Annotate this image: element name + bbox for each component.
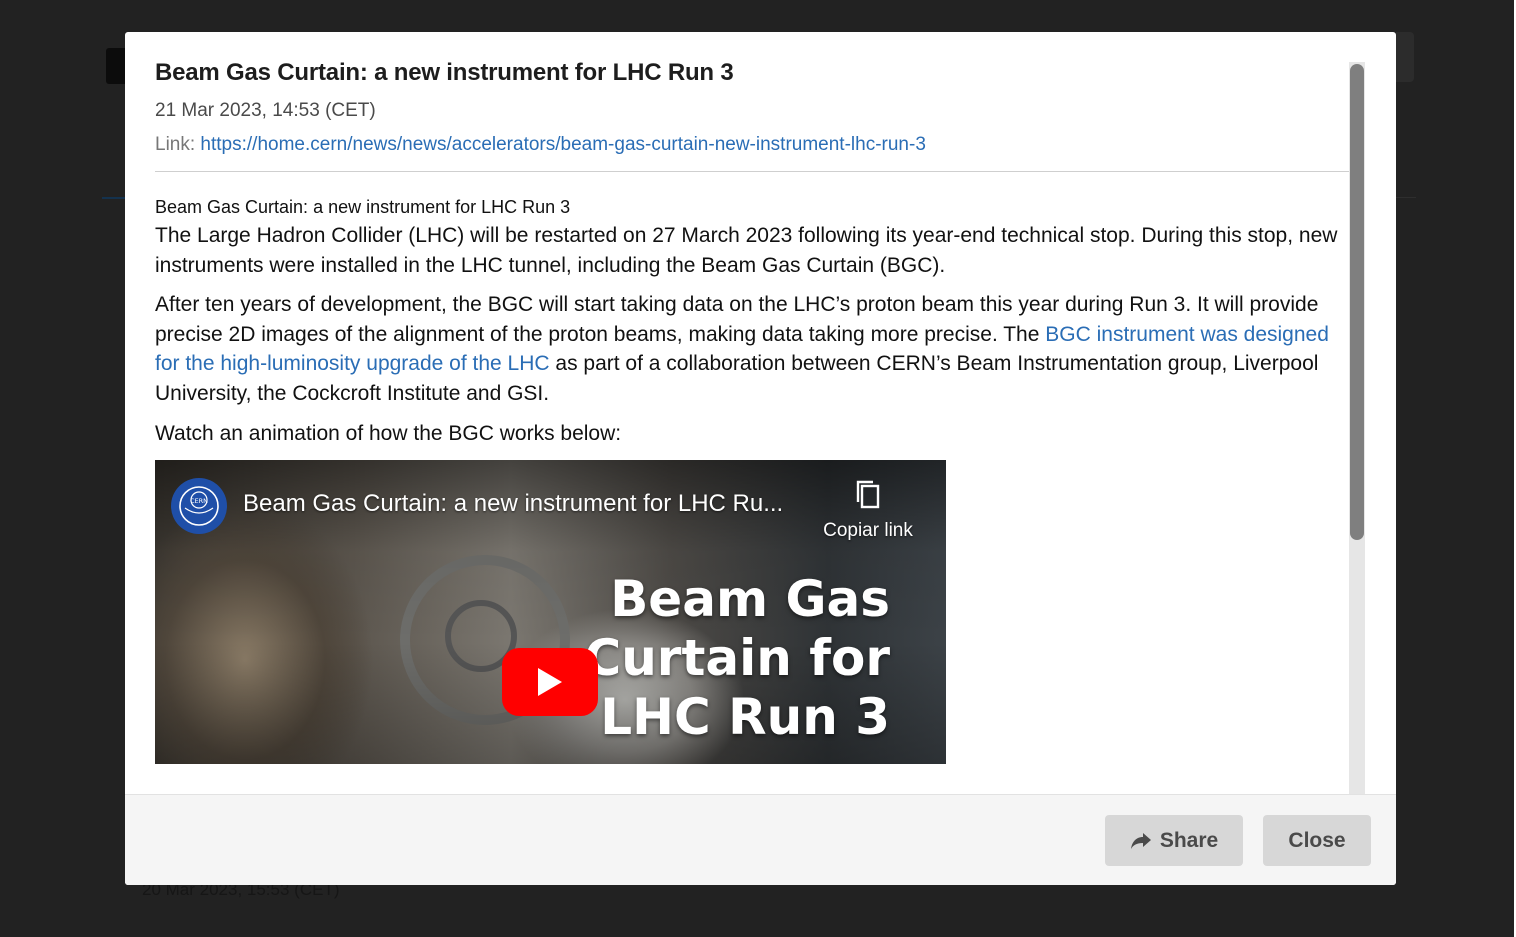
youtube-video-embed[interactable]: CERN Beam Gas Curtain: a new instrument …	[155, 460, 946, 764]
article-paragraph-3: Watch an animation of how the BGC works …	[155, 421, 622, 445]
background-header-bar	[1396, 32, 1414, 82]
header-divider	[155, 171, 1349, 172]
cern-logo-text: CERN	[190, 497, 208, 505]
background-tab-underline	[102, 197, 126, 199]
article-subhead: Beam Gas Curtain: a new instrument for L…	[155, 197, 571, 217]
play-icon	[538, 668, 562, 696]
source-link-row: Link: https://home.cern/news/news/accele…	[155, 134, 926, 156]
copy-link-button[interactable]: Copiar link	[810, 478, 926, 548]
cern-logo-icon: CERN	[179, 486, 219, 526]
modal-body: Beam Gas Curtain: a new instrument for L…	[125, 32, 1396, 794]
overlay-line-3: LHC Run 3	[600, 688, 890, 746]
scrollbar-thumb[interactable]	[1350, 64, 1364, 540]
copy-link-label: Copiar link	[823, 520, 913, 541]
copy-icon	[856, 480, 880, 509]
article-paragraph-2: After ten years of development, the BGC …	[155, 290, 1345, 408]
youtube-play-button[interactable]	[502, 648, 598, 716]
article-body: Beam Gas Curtain: a new instrument for L…	[155, 195, 1345, 458]
link-label: Link:	[155, 134, 201, 155]
modal-scrollbar[interactable]	[1349, 62, 1365, 794]
close-label: Close	[1288, 828, 1346, 852]
share-button[interactable]: Share	[1105, 815, 1243, 866]
share-arrow-icon	[1130, 832, 1152, 850]
share-label: Share	[1159, 828, 1219, 852]
article-paragraph-1: The Large Hadron Collider (LHC) will be …	[155, 224, 1338, 277]
publish-date: 21 Mar 2023, 14:53 (CET)	[155, 100, 376, 121]
overlay-line-1: Beam Gas	[610, 570, 890, 628]
modal-footer: Share Close	[125, 794, 1396, 885]
modal-title: Beam Gas Curtain: a new instrument for L…	[155, 59, 734, 86]
news-modal: Beam Gas Curtain: a new instrument for L…	[125, 32, 1396, 885]
close-button[interactable]: Close	[1263, 815, 1371, 866]
cern-channel-logo[interactable]: CERN	[171, 478, 227, 534]
video-title[interactable]: Beam Gas Curtain: a new instrument for L…	[243, 490, 783, 518]
overlay-line-2: Curtain for	[584, 629, 891, 687]
source-link[interactable]: https://home.cern/news/news/accelerators…	[200, 134, 925, 155]
background-divider	[1396, 197, 1416, 198]
video-overlay-text: Beam Gas Curtain for LHC Run 3	[585, 570, 891, 747]
